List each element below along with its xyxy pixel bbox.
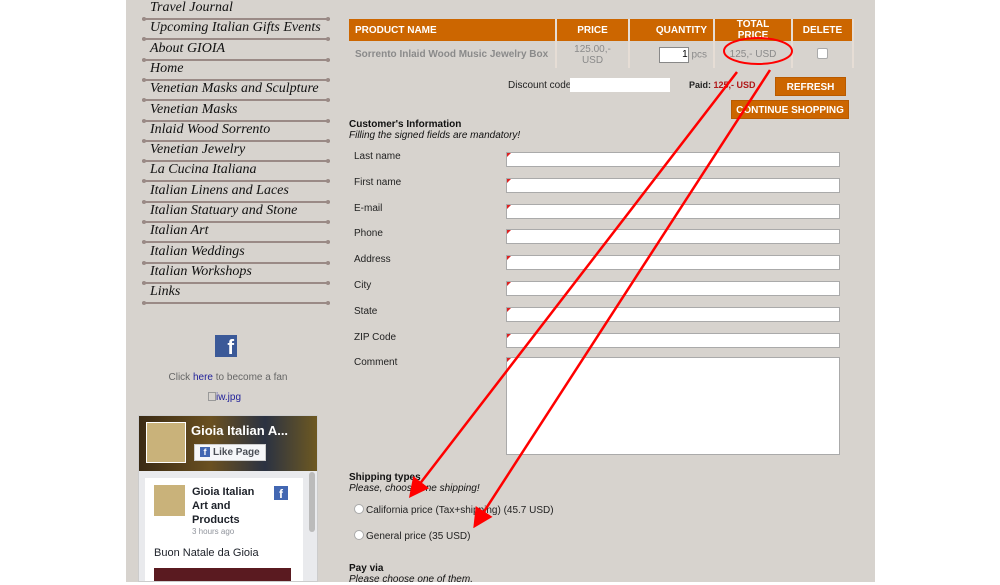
arrow: [408, 71, 738, 498]
arrow: [473, 69, 772, 529]
highlight-circle: [723, 37, 793, 65]
red-annotation: [408, 37, 793, 529]
